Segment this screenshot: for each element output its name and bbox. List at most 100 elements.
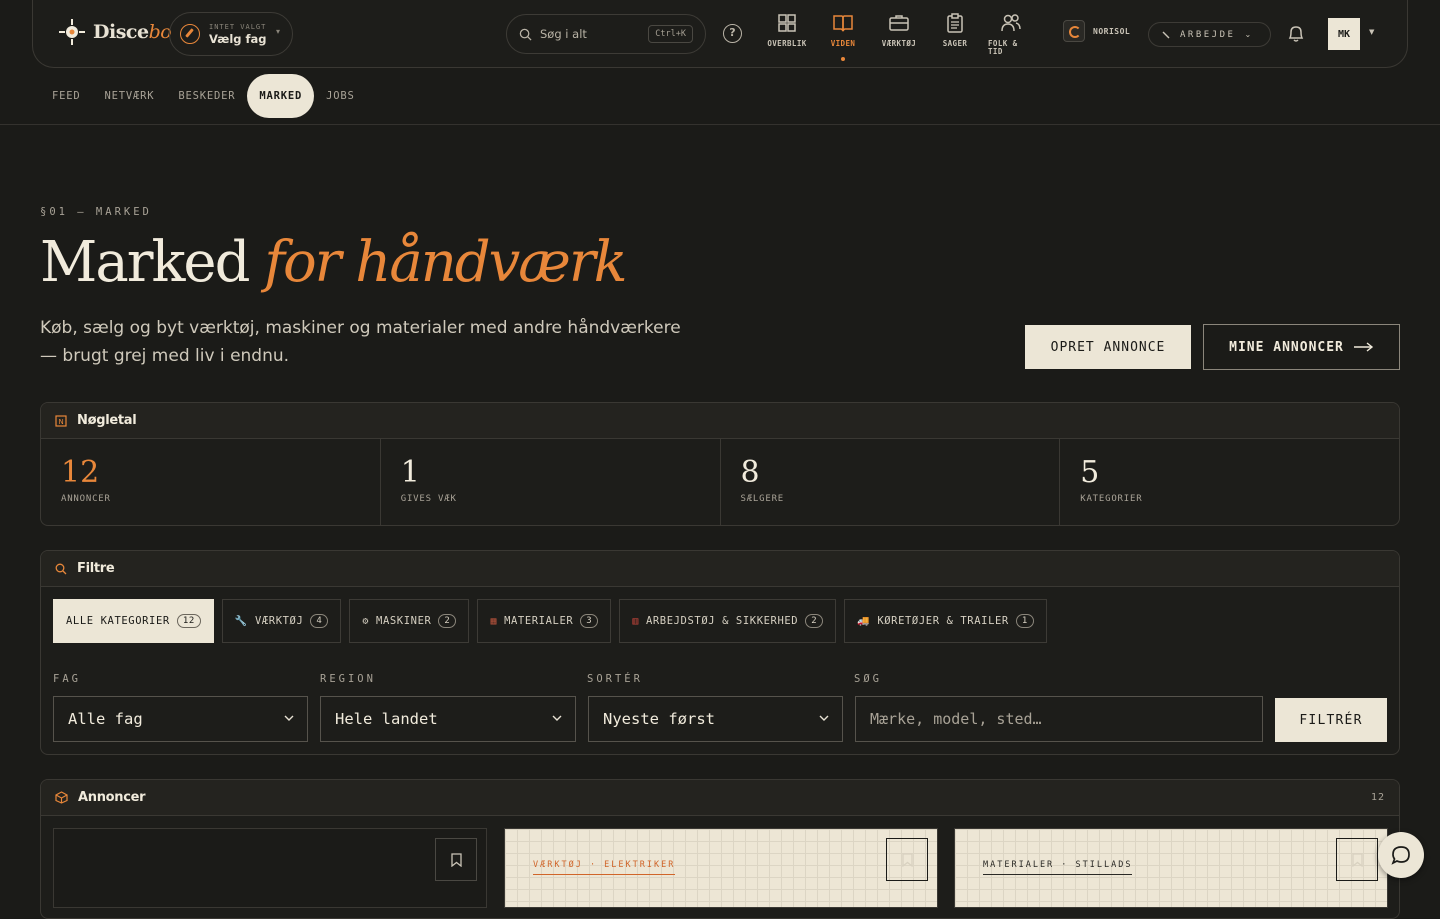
chip-vaerktoj[interactable]: 🔧 VÆRKTØJ 4: [221, 599, 342, 643]
nav-item-viden[interactable]: VIDEN: [815, 12, 871, 61]
search-icon: [519, 28, 532, 41]
listings-title: Annoncer: [78, 790, 146, 805]
page-lead: Køb, sælg og byt værktøj, maskiner og ma…: [40, 318, 681, 366]
nav-label: VIDEN: [830, 39, 856, 48]
page-title: Marked for håndværk: [40, 230, 628, 295]
chevron-down-icon: ▾: [275, 27, 280, 36]
top-bar: Discebo INTET VALGT Vælg fag ▾ Søg i alt…: [32, 0, 1408, 68]
stat-label: SÆLGERE: [740, 494, 785, 504]
sort-select[interactable]: Nyeste først: [588, 696, 843, 742]
listing-card[interactable]: [53, 828, 487, 908]
grid-icon: [778, 14, 796, 32]
search-shortcut: Ctrl+K: [648, 25, 693, 43]
my-listings-label: MINE ANNONCER: [1229, 339, 1344, 355]
chip-arbejdstoj[interactable]: ▥ ARBEJDSTØJ & SIKKERHED 2: [619, 599, 837, 643]
tab-beskeder[interactable]: BESKEDER: [166, 74, 247, 118]
stats-header: N Nøgletal: [41, 403, 1399, 439]
box-icon: [55, 791, 68, 804]
nav-item-folk-tid[interactable]: FOLK & TID: [983, 12, 1039, 56]
org-name: NORISOL: [1093, 26, 1131, 36]
stats-icon: N: [55, 414, 67, 427]
tab-jobs[interactable]: JOBS: [314, 74, 367, 118]
chip-koretojer[interactable]: 🚚 KØRETØJER & TRAILER 1: [844, 599, 1047, 643]
chevron-down-icon[interactable]: ▼: [1369, 28, 1374, 36]
listings-panel: Annoncer 12 VÆRKTØJ · ELEKTRIKER MATERIA…: [40, 779, 1400, 919]
status-toggle[interactable]: ARBEJDE ⌄: [1148, 22, 1271, 47]
sort-filter-label: SORTÉR: [587, 673, 643, 685]
sub-nav: FEED NETVÆRK BESKEDER MARKED JOBS: [40, 74, 367, 118]
logo-icon: [57, 17, 87, 47]
tab-marked[interactable]: MARKED: [247, 74, 315, 118]
my-listings-button[interactable]: MINE ANNONCER: [1203, 324, 1400, 370]
region-select[interactable]: Hele landet: [320, 696, 576, 742]
fag-select[interactable]: Alle fag: [53, 696, 308, 742]
chip-label: MASKINER: [376, 615, 432, 627]
chip-label: VÆRKTØJ: [254, 615, 304, 627]
nav-label: SAGER: [942, 39, 968, 48]
tab-feed[interactable]: FEED: [40, 74, 93, 118]
chat-button[interactable]: [1378, 832, 1424, 878]
stat-label: ANNONCER: [61, 494, 111, 504]
section-kicker: §01 — MARKED: [40, 206, 152, 218]
stat-label: GIVES VÆK: [400, 494, 457, 504]
chevron-down-icon: [284, 715, 294, 721]
fag-selector-label: INTET VALGT: [209, 22, 267, 31]
nav-label: OVERBLIK: [767, 39, 807, 48]
sort-select-value: Nyeste først: [603, 710, 715, 728]
listing-card[interactable]: MATERIALER · STILLADS: [954, 828, 1388, 908]
filter-button[interactable]: FILTRÉR: [1275, 698, 1387, 742]
filters-panel: Filtre ALLE KATEGORIER 12 🔧 VÆRKTØJ 4 ⚙ MASK…: [40, 550, 1400, 755]
chip-label: MATERIALER: [504, 615, 574, 627]
chip-label: ALLE KATEGORIER: [66, 615, 170, 627]
stat-giveaway: 1 GIVES VÆK: [381, 439, 721, 525]
nav-label: FOLK & TID: [988, 39, 1018, 56]
bookmark-icon: [450, 852, 462, 867]
status-label: ARBEJDE: [1180, 29, 1236, 40]
gear-icon: ⚙: [362, 615, 370, 627]
stats-title: Nøgletal: [77, 413, 137, 428]
chip-materialer[interactable]: ▦ MATERIALER 3: [477, 599, 612, 643]
listing-search-input[interactable]: Mærke, model, sted…: [855, 696, 1263, 742]
chip-all-categories[interactable]: ALLE KATEGORIER 12: [53, 599, 214, 643]
nav-item-vaerktoj[interactable]: VÆRKTØJ: [871, 12, 927, 56]
stat-sellers: 8 SÆLGERE: [721, 439, 1061, 525]
active-indicator: [841, 57, 845, 61]
nav-item-sager[interactable]: SAGER: [927, 12, 983, 56]
stat-value: 1: [400, 455, 420, 490]
tab-netvaerk[interactable]: NETVÆRK: [93, 74, 167, 118]
create-listing-button[interactable]: OPRET ANNONCE: [1025, 325, 1191, 369]
briefcase-icon: [889, 15, 909, 31]
nav-label: VÆRKTØJ: [881, 39, 917, 48]
vest-icon: ▥: [632, 615, 639, 627]
listings-header: Annoncer: [41, 780, 1399, 816]
bookmark-button[interactable]: [1336, 838, 1378, 881]
chip-maskiner[interactable]: ⚙ MASKINER 2: [349, 599, 470, 643]
svg-text:N: N: [59, 418, 64, 426]
chip-count: 2: [438, 614, 457, 628]
org-switcher[interactable]: NORISOL: [1063, 20, 1130, 42]
stat-listings: 12 ANNONCER: [41, 439, 381, 525]
brand-name-italic: bo: [148, 21, 172, 43]
bookmark-button[interactable]: [435, 838, 477, 881]
chevron-down-icon: ⌄: [1244, 30, 1252, 39]
avatar[interactable]: MK: [1328, 18, 1360, 50]
brand-logo[interactable]: Discebo: [57, 17, 172, 47]
listings-count: 12: [1370, 792, 1385, 803]
fag-select-value: Alle fag: [68, 710, 143, 728]
global-search[interactable]: Søg i alt Ctrl+K: [506, 14, 706, 54]
bookmark-icon: [1351, 852, 1363, 867]
listing-card[interactable]: VÆRKTØJ · ELEKTRIKER: [504, 828, 938, 908]
region-select-value: Hele landet: [335, 710, 438, 728]
page-title-main: Marked: [40, 230, 250, 295]
help-icon[interactable]: ?: [723, 24, 742, 43]
brand-name: Disce: [93, 21, 149, 43]
chip-count: 2: [805, 614, 824, 628]
bookmark-button[interactable]: [886, 838, 928, 881]
page-title-italic: for håndværk: [264, 230, 627, 295]
chevron-down-icon: [819, 715, 829, 721]
wrench-icon: 🔧: [234, 615, 248, 627]
fag-selector[interactable]: INTET VALGT Vælg fag ▾: [169, 12, 293, 56]
bell-icon[interactable]: [1287, 24, 1305, 43]
nav-item-overblik[interactable]: OVERBLIK: [759, 12, 815, 56]
chip-label: KØRETØJER & TRAILER: [877, 615, 1009, 627]
